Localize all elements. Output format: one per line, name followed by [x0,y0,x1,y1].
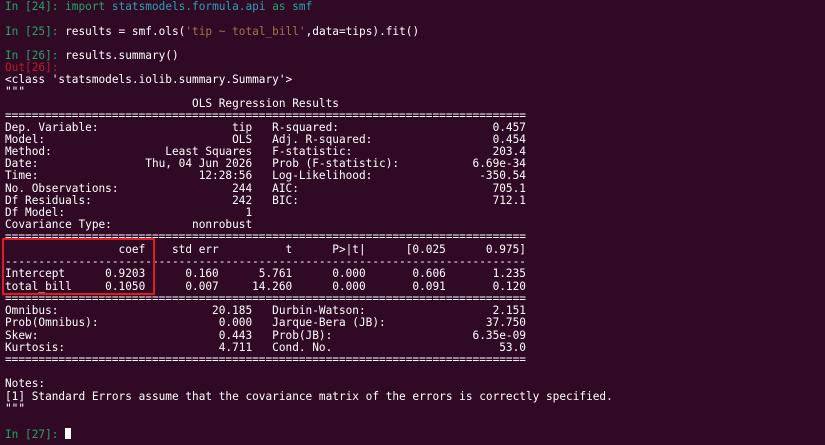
terminal-window[interactable]: In [24]: import statsmodels.formula.api … [0,0,825,445]
separator: ========================================… [5,353,526,366]
input-line-25: In [25]: results = smf.ols('tip ~ total_… [5,25,420,38]
text-cursor [65,428,72,439]
formula-string: 'tip ~ total_bill' [185,25,306,38]
notes-heading: Notes: [5,377,46,390]
module-alias: smf [292,0,313,13]
diagnostics-row: Prob(Omnibus): 0.000 Jarque-Bera (JB): 3… [5,316,526,329]
stats-row: Time: 12:28:56 Log-Likelihood: -350.54 [5,169,526,182]
module-name: statsmodels.formula.api [111,0,266,13]
code-text: results = smf.ols( [65,25,186,38]
input-line-24: In [24]: import statsmodels.formula.api … [5,0,313,13]
notes-text: [1] Standard Errors assume that the cova… [5,390,613,403]
output-line: <class 'statsmodels.iolib.summary.Summar… [5,73,293,86]
code-text: results.summary() [65,49,179,62]
output-line: """ [5,402,26,415]
code-text: ,data=tips).fit() [305,25,420,38]
keyword-as: as [272,0,286,13]
keyword-import: import [65,0,106,13]
input-line-27[interactable]: In [27]: [5,428,72,441]
input-prompt: In [25]: [5,25,66,38]
coef-highlight-box [2,238,155,295]
input-prompt: In [24]: [5,0,66,13]
input-prompt: In [27]: [5,428,66,441]
